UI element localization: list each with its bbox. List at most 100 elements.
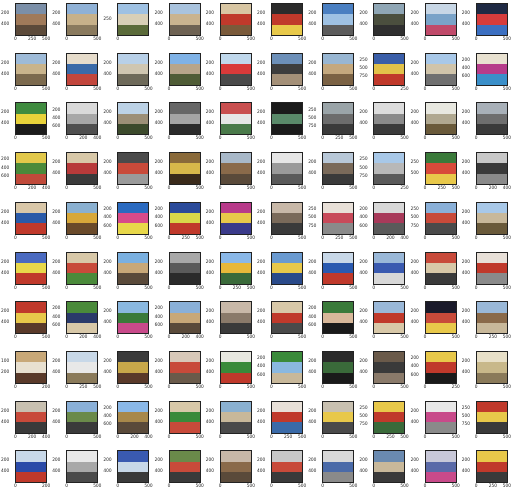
subplot-cell: 200 400 0 500: [358, 298, 409, 348]
x-tick-label: 0: [372, 434, 376, 440]
image-color-band: [118, 401, 149, 413]
image-color-band: [272, 4, 302, 15]
thumbnail-image: [475, 450, 508, 484]
y-tick-label: 100: [1, 358, 10, 364]
x-tick-label: 500: [246, 86, 255, 92]
thumbnail-image: [475, 152, 508, 186]
y-tick-label: 400: [410, 469, 419, 475]
image-color-band: [476, 53, 507, 65]
x-tick-label: 500: [93, 186, 102, 192]
x-tick-label: 250: [400, 186, 409, 192]
x-tick-label: 0: [116, 136, 120, 142]
x-tick-label: 500: [298, 86, 307, 92]
thumbnail-image: [15, 152, 47, 186]
x-tick-label: 500: [502, 335, 511, 341]
thumbnail-image: [117, 201, 150, 235]
x-tick-label: 0: [65, 285, 68, 291]
subplot-cell: 200 400 0 500: [307, 50, 358, 100]
y-tick-label: 200: [103, 405, 112, 411]
x-tick-label: 400: [144, 434, 153, 440]
x-tick-label: 0: [167, 235, 171, 241]
image-color-band: [425, 173, 456, 185]
image-color-band: [16, 411, 46, 423]
y-tick-label: 200: [52, 358, 61, 364]
x-tick-label: 0: [218, 384, 222, 390]
y-tick-label: 400: [205, 171, 214, 177]
subplot-cell: 200 400 0 500: [358, 99, 409, 149]
image-color-band: [425, 163, 456, 174]
image-color-band: [169, 153, 200, 164]
image-color-band: [272, 362, 302, 373]
y-tick-label: 750: [308, 124, 317, 130]
y-tick-label: 400: [257, 419, 266, 425]
x-tick-label: 0: [423, 335, 427, 341]
y-tick-label: 250: [461, 405, 470, 411]
subplot-cell: 200 400 0 500: [51, 398, 102, 448]
subplot-cell: 200 400 0 500: [205, 0, 256, 50]
subplot-cell: 200 400 0 500: [461, 99, 512, 149]
image-color-band: [16, 262, 46, 274]
subplot-cell: 200 400 0 250 500: [461, 298, 512, 348]
y-tick-label: 600: [308, 322, 317, 328]
y-tick-label: 200: [308, 458, 317, 464]
y-tick-label: 400: [257, 270, 266, 276]
y-tick-label: 400: [308, 22, 317, 27]
image-color-band: [476, 411, 507, 423]
y-tick-label: 200: [154, 160, 163, 166]
thumbnail-image: [322, 3, 355, 36]
image-color-band: [272, 103, 302, 114]
y-tick-label: 500: [308, 215, 317, 221]
subplot-cell: 200 400 0 500: [307, 398, 358, 448]
subplot-cell: 200 400 0 200: [0, 447, 51, 497]
y-tick-label: 200: [308, 259, 317, 265]
y-tick-label: 200: [359, 309, 368, 315]
y-tick-label: 400: [359, 215, 368, 221]
y-tick-label: 200: [308, 306, 317, 312]
image-color-band: [16, 173, 46, 185]
subplot-cell: 200 400 0 500: [154, 447, 205, 497]
x-tick-label: 0: [270, 384, 273, 390]
x-tick-label: 500: [349, 136, 358, 142]
y-tick-label: 400: [359, 369, 368, 375]
image-color-band: [220, 411, 251, 423]
y-tick-label: 400: [257, 469, 266, 475]
image-color-band: [476, 4, 507, 15]
subplot-cell: 200 400 0 500: [154, 50, 205, 100]
thumbnail-image: [66, 450, 99, 484]
x-tick-label: 0: [65, 186, 68, 192]
y-tick-label: 200: [410, 110, 419, 116]
x-tick-label: 0: [321, 384, 324, 390]
image-color-band: [425, 202, 456, 214]
x-tick-label: 500: [349, 335, 358, 341]
x-tick-label: 0: [65, 235, 68, 241]
image-color-band: [425, 14, 456, 25]
y-tick-label: 400: [308, 419, 317, 425]
subplot-cell: 200 400 0 250 500: [51, 348, 102, 398]
y-tick-label: 200: [308, 60, 317, 66]
subplot-cell: 200 400 0 200 400: [0, 398, 51, 448]
thumbnail-image: [168, 251, 201, 285]
x-tick-label: 0: [14, 484, 17, 490]
image-color-band: [16, 103, 46, 114]
image-color-band: [323, 213, 354, 224]
x-tick-label: 250: [386, 434, 395, 440]
y-tick-label: 200: [257, 11, 266, 16]
y-tick-label: 200: [205, 358, 214, 364]
y-tick-label: 200: [359, 458, 368, 464]
x-tick-label: 200: [28, 434, 37, 440]
y-tick-label: 400: [205, 469, 214, 475]
x-tick-label: 0: [14, 186, 17, 192]
x-tick-label: 0: [167, 186, 171, 192]
x-tick-label: 500: [144, 136, 153, 142]
y-tick-label: 400: [154, 22, 163, 27]
y-tick-label: 400: [410, 270, 419, 276]
image-color-band: [220, 213, 251, 224]
thumbnail-image: [219, 350, 252, 384]
x-tick-label: 0: [167, 37, 171, 42]
y-tick-label: 200: [154, 207, 163, 213]
image-color-band: [118, 14, 149, 25]
subplot-cell: 200 400 0 500: [0, 199, 51, 249]
x-tick-label: 500: [246, 434, 255, 440]
image-color-band: [323, 461, 354, 473]
image-color-band: [169, 252, 200, 263]
